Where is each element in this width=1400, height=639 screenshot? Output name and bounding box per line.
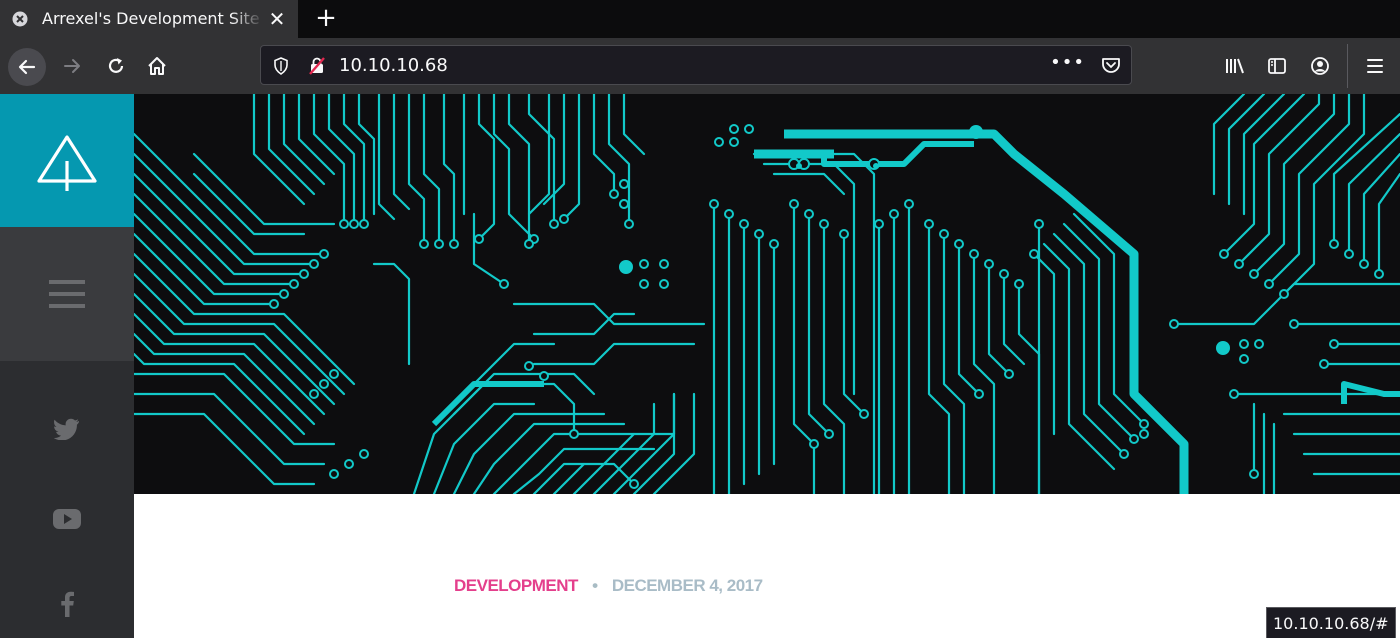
- arrow-right-icon: [64, 59, 80, 73]
- menu-toggle-button[interactable]: [0, 227, 134, 361]
- site-sidebar: [0, 94, 134, 638]
- insecure-lock-icon[interactable]: [308, 57, 326, 79]
- circuit-board-image: [134, 94, 1400, 494]
- forward-button[interactable]: [56, 50, 88, 82]
- post-meta: DEVELOPMENT • DECEMBER 4, 2017: [454, 576, 763, 596]
- home-icon: [148, 57, 166, 75]
- site-logo[interactable]: [0, 94, 134, 227]
- site-favicon-icon: [12, 11, 28, 27]
- tree-logo-icon: [37, 134, 97, 191]
- meta-separator: •: [592, 576, 598, 595]
- toolbar-separator: [1347, 44, 1348, 88]
- twitter-icon: [54, 418, 79, 440]
- tab-strip: Arrexel's Development Site ✕ +: [0, 0, 1400, 38]
- new-tab-button[interactable]: +: [312, 4, 340, 32]
- shield-icon[interactable]: [273, 57, 289, 79]
- twitter-link[interactable]: [0, 409, 134, 449]
- status-url-tooltip: 10.10.10.68/#: [1266, 607, 1396, 638]
- account-icon[interactable]: [1305, 50, 1335, 82]
- reload-icon: [108, 58, 124, 73]
- navigation-toolbar: 10.10.10.68 •••: [0, 38, 1400, 94]
- sidebar-toggle-icon[interactable]: [1262, 50, 1292, 82]
- url-text: 10.10.10.68: [339, 55, 448, 76]
- youtube-icon: [53, 509, 81, 529]
- browser-tab[interactable]: Arrexel's Development Site ✕: [0, 0, 298, 38]
- tab-title: Arrexel's Development Site: [42, 9, 260, 28]
- pocket-icon[interactable]: [1101, 56, 1121, 78]
- hero-banner: [134, 94, 1400, 494]
- tab-close-icon[interactable]: ✕: [266, 8, 288, 30]
- reload-button[interactable]: [100, 50, 132, 82]
- page-actions-button[interactable]: •••: [1050, 52, 1085, 73]
- arrow-left-icon: [18, 59, 36, 75]
- post-category-link[interactable]: DEVELOPMENT: [454, 576, 578, 595]
- facebook-link[interactable]: [0, 584, 134, 624]
- post-date: DECEMBER 4, 2017: [611, 576, 763, 595]
- library-icon[interactable]: [1220, 50, 1250, 82]
- back-button[interactable]: [8, 48, 46, 86]
- facebook-icon: [61, 591, 74, 617]
- app-menu-icon[interactable]: [1360, 50, 1390, 82]
- address-bar[interactable]: 10.10.10.68 •••: [260, 45, 1132, 85]
- hamburger-icon: [49, 280, 85, 308]
- youtube-link[interactable]: [0, 499, 134, 539]
- home-button[interactable]: [141, 50, 173, 82]
